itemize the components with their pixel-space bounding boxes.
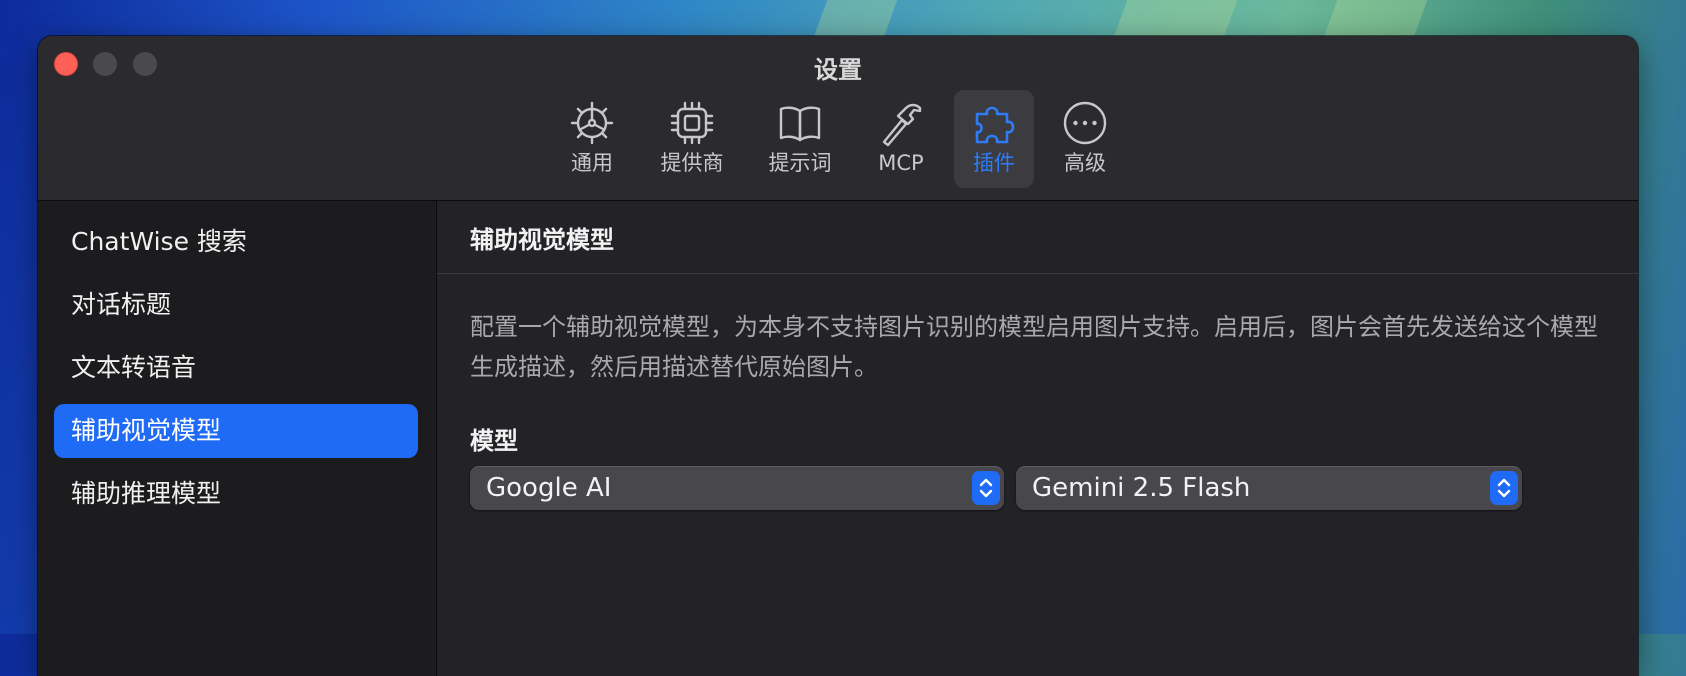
tab-label: 高级 <box>1064 151 1106 175</box>
chevron-up-down-icon <box>972 471 1000 505</box>
titlebar: 设置 通用 提供商 提示词 MCP 插件 高级 <box>38 36 1638 201</box>
wallpaper-decoration <box>1112 0 1238 40</box>
panel-title: 辅助视觉模型 <box>470 226 614 254</box>
chevron-up-down-icon <box>1490 471 1518 505</box>
puzzle-icon <box>975 106 1015 144</box>
gear-icon <box>570 101 614 145</box>
model-field-label: 模型 <box>470 427 518 455</box>
model-select[interactable]: Gemini 2.5 Flash <box>1016 466 1522 510</box>
sidebar-item-conversation-title[interactable]: 对话标题 <box>54 278 418 332</box>
hammer-icon <box>882 103 922 147</box>
more-icon <box>1063 101 1107 145</box>
tab-mcp[interactable]: MCP <box>864 90 938 188</box>
tab-label: 插件 <box>973 151 1015 175</box>
settings-window: 设置 通用 提供商 提示词 MCP 插件 高级 ChatWise 搜索 对话标题… <box>38 36 1638 676</box>
wallpaper-decoration <box>1322 0 1428 40</box>
tab-label: MCP <box>878 151 924 175</box>
sidebar-item-reasoning-model[interactable]: 辅助推理模型 <box>54 467 418 521</box>
plugin-description: 配置一个辅助视觉模型，为本身不支持图片识别的模型启用图片支持。启用后，图片会首先… <box>470 313 1598 381</box>
model-select-value: Gemini 2.5 Flash <box>1032 473 1251 503</box>
book-icon <box>779 106 821 142</box>
tab-general[interactable]: 通用 <box>549 90 635 188</box>
panel-header: 辅助视觉模型 <box>437 201 1638 274</box>
provider-select[interactable]: Google AI <box>470 466 1004 510</box>
sidebar-item-chatwise-search[interactable]: ChatWise 搜索 <box>54 215 418 269</box>
plugins-sidebar: ChatWise 搜索 对话标题 文本转语音 辅助视觉模型 辅助推理模型 <box>38 201 437 676</box>
wallpaper-decoration <box>812 0 898 40</box>
tab-plugins[interactable]: 插件 <box>954 90 1034 188</box>
tab-prompts[interactable]: 提示词 <box>750 90 850 188</box>
window-title: 设置 <box>814 56 862 84</box>
tab-providers[interactable]: 提供商 <box>642 90 742 188</box>
plugin-settings-panel: 辅助视觉模型 配置一个辅助视觉模型，为本身不支持图片识别的模型启用图片支持。启用… <box>437 201 1638 676</box>
sidebar-item-vision-model[interactable]: 辅助视觉模型 <box>54 404 418 458</box>
tab-advanced[interactable]: 高级 <box>1044 90 1126 188</box>
tab-label: 提示词 <box>768 151 832 175</box>
provider-select-value: Google AI <box>486 473 612 503</box>
tab-label: 提供商 <box>660 151 724 175</box>
cpu-icon <box>670 101 714 145</box>
settings-toolbar: 通用 提供商 提示词 MCP 插件 高级 <box>38 90 1638 188</box>
sidebar-item-text-to-speech[interactable]: 文本转语音 <box>54 341 418 395</box>
tab-label: 通用 <box>571 151 613 175</box>
